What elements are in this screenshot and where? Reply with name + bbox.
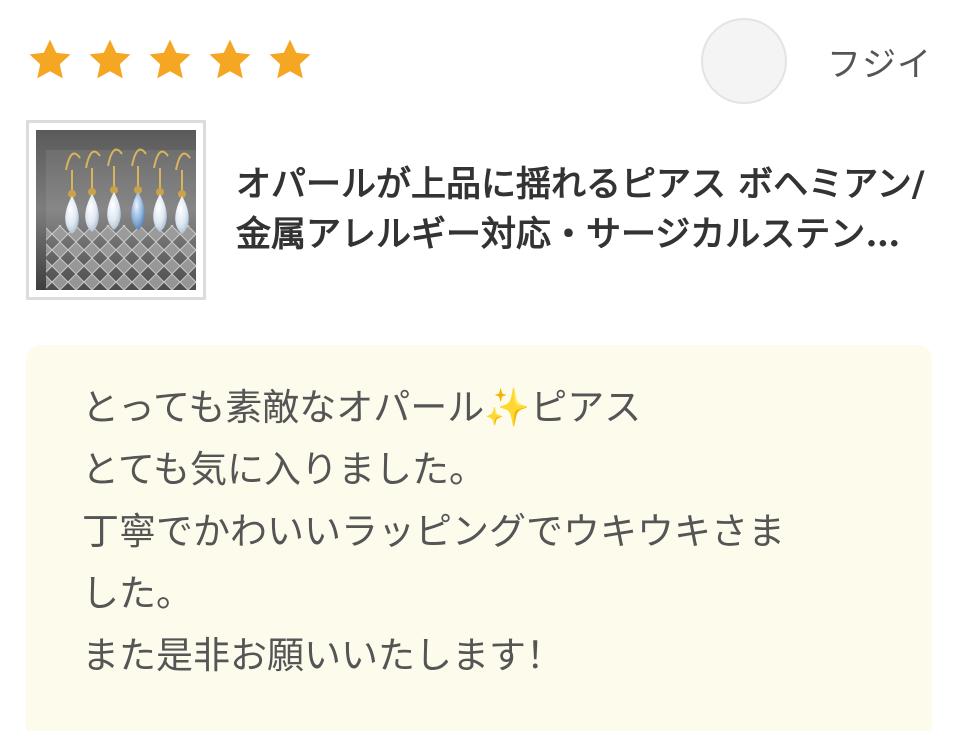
comment-line: 丁寧でかわいいラッピングでウキウキさま — [82, 510, 785, 553]
star-rating — [26, 36, 314, 84]
star-icon — [149, 39, 191, 79]
review-card: フジイ オパールが上品に揺れるピアス ボヘミアン/金属アレルギー対応・サージカル… — [0, 0, 960, 731]
product-link[interactable]: オパールが上品に揺れるピアス ボヘミアン/金属アレルギー対応・サージカルステンレ… — [26, 120, 932, 300]
star-icon — [269, 39, 311, 79]
comment-line: した。 — [82, 572, 193, 615]
review-comment-text: とっても素敵なオパール✨ピアス とても気に入りました。 丁寧でかわいいラッピング… — [26, 345, 932, 687]
reviewer-name[interactable]: フジイ — [827, 37, 932, 86]
star-icon — [89, 39, 131, 79]
comment-line: とても気に入りました。 — [82, 448, 487, 491]
star-icon — [209, 39, 251, 79]
opal-earrings-photo-icon — [36, 130, 196, 290]
review-comment: とっても素敵なオパール✨ピアス とても気に入りました。 丁寧でかわいいラッピング… — [26, 345, 932, 731]
product-title[interactable]: オパールが上品に揺れるピアス ボヘミアン/金属アレルギー対応・サージカルステンレ… — [236, 160, 932, 260]
comment-line: とっても素敵なオパール✨ピアス — [82, 386, 642, 429]
comment-line: また是非お願いいたします！ — [82, 634, 563, 677]
reviewer[interactable]: フジイ — [701, 18, 932, 104]
product-thumbnail[interactable] — [26, 120, 206, 300]
star-icon — [29, 39, 71, 79]
avatar[interactable] — [701, 18, 787, 104]
